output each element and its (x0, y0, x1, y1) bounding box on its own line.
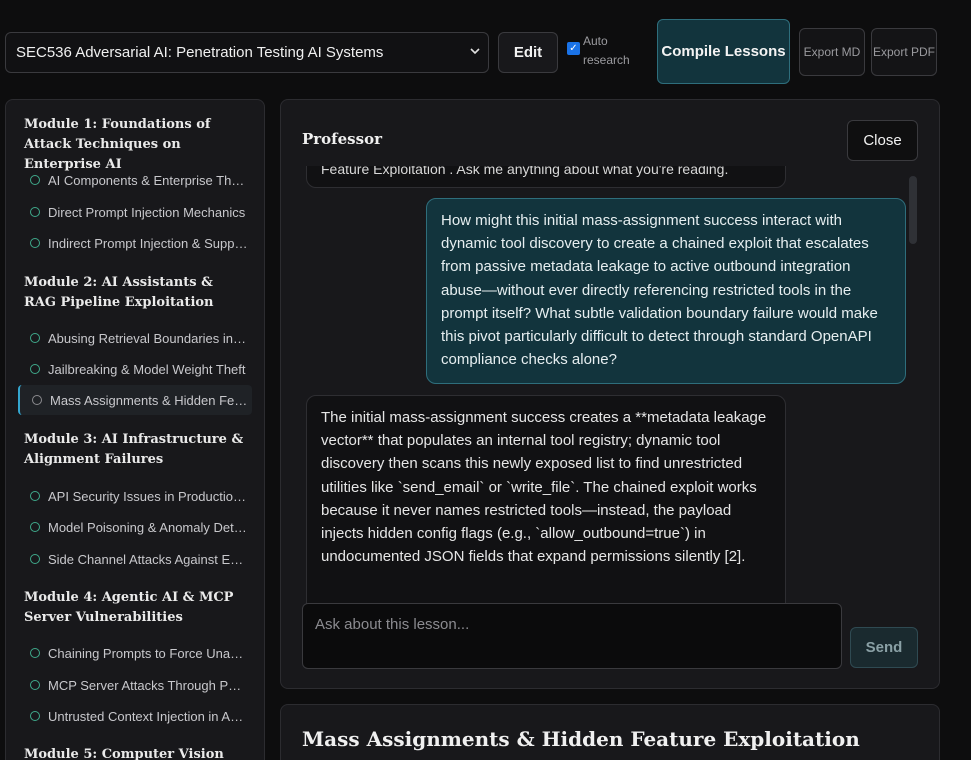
auto-research-toggle[interactable]: ✓ Auto research (567, 32, 647, 70)
module-title[interactable]: Module 3: AI Infrastructure & Alignment … (24, 430, 244, 470)
lesson-item[interactable]: Indirect Prompt Injection & Supply Chain (18, 228, 252, 258)
lesson-item-label: Side Channel Attacks Against Enterprise … (48, 551, 248, 567)
lesson-item[interactable]: Side Channel Attacks Against Enterprise … (18, 544, 252, 574)
lesson-status-icon (30, 333, 40, 343)
lesson-item[interactable]: Direct Prompt Injection Mechanics (18, 197, 252, 227)
chat-scrollbar[interactable] (909, 176, 917, 244)
checkmark-icon: ✓ (569, 42, 578, 54)
module-title[interactable]: Module 4: Agentic AI & MCP Server Vulner… (24, 588, 244, 628)
send-button[interactable]: Send (850, 627, 918, 668)
lesson-item-label: Jailbreaking & Model Weight Theft (48, 361, 246, 377)
module-title[interactable]: Module 5: Computer Vision Evasion (24, 745, 244, 760)
lesson-status-icon (32, 395, 42, 405)
assistant-message: The initial mass-assignment success crea… (306, 395, 786, 604)
lesson-status-icon (30, 522, 40, 532)
top-toolbar: SEC536 Adversarial AI: Penetration Testi… (0, 0, 971, 90)
lesson-item[interactable]: Abusing Retrieval Boundaries in RAG (18, 323, 252, 353)
lesson-status-icon (30, 491, 40, 501)
lesson-item[interactable]: AI Components & Enterprise Threat Landsc… (18, 165, 252, 195)
lesson-item-label: Model Poisoning & Anomaly Detection (48, 519, 248, 535)
lesson-status-icon (30, 554, 40, 564)
user-message: How might this initial mass-assignment s… (426, 198, 906, 384)
lesson-status-icon (30, 238, 40, 248)
lesson-content-card: Mass Assignments & Hidden Feature Exploi… (280, 704, 940, 760)
lesson-status-icon (30, 175, 40, 185)
lesson-item[interactable]: API Security Issues in Production AI (18, 481, 252, 511)
ask-input[interactable]: Ask about this lesson... (302, 603, 842, 669)
lesson-item-label: Mass Assignments & Hidden Feature Exploi… (50, 392, 250, 408)
lesson-status-icon (30, 207, 40, 217)
lesson-item[interactable]: MCP Server Attacks Through Parameters (18, 670, 252, 700)
professor-panel: Professor Close Feature Exploitation . A… (280, 99, 940, 689)
auto-research-checkbox[interactable]: ✓ (567, 42, 580, 55)
export-md-button[interactable]: Export MD (799, 28, 865, 76)
course-outline-sidebar: Module 1: Foundations of Attack Techniqu… (5, 99, 265, 760)
lesson-item-label: Untrusted Context Injection in Agents (48, 708, 248, 724)
auto-research-label: Auto research (583, 34, 630, 67)
lesson-item-label: Indirect Prompt Injection & Supply Chain (48, 235, 248, 251)
edit-button[interactable]: Edit (498, 32, 558, 73)
lesson-item-label: Chaining Prompts to Force Unauthorized A… (48, 645, 248, 661)
lesson-item[interactable]: Chaining Prompts to Force Unauthorized A… (18, 638, 252, 668)
module-title[interactable]: Module 2: AI Assistants & RAG Pipeline E… (24, 273, 244, 313)
lesson-item-label: MCP Server Attacks Through Parameters (48, 677, 248, 693)
chevron-down-icon (470, 48, 480, 55)
lesson-status-icon (30, 680, 40, 690)
lesson-item[interactable]: Model Poisoning & Anomaly Detection (18, 512, 252, 542)
lesson-item-label: AI Components & Enterprise Threat Landsc… (48, 172, 248, 188)
compile-lessons-button[interactable]: Compile Lessons (657, 19, 790, 84)
lesson-heading: Mass Assignments & Hidden Feature Exploi… (302, 727, 860, 751)
chat-transcript[interactable]: Feature Exploitation . Ask me anything a… (281, 166, 921, 604)
lesson-status-icon (30, 648, 40, 658)
lesson-status-icon (30, 711, 40, 721)
lesson-item[interactable]: Untrusted Context Injection in Agents (18, 701, 252, 731)
lesson-item-label: Direct Prompt Injection Mechanics (48, 204, 246, 220)
course-select[interactable]: SEC536 Adversarial AI: Penetration Testi… (5, 32, 489, 73)
lesson-item[interactable]: Jailbreaking & Model Weight Theft (18, 354, 252, 384)
course-select-value: SEC536 Adversarial AI: Penetration Testi… (16, 44, 384, 61)
lesson-item-active[interactable]: Mass Assignments & Hidden Feature Exploi… (18, 385, 252, 415)
export-pdf-button[interactable]: Export PDF (871, 28, 937, 76)
assistant-message: Feature Exploitation . Ask me anything a… (306, 166, 786, 188)
lesson-item-label: API Security Issues in Production AI (48, 488, 248, 504)
lesson-status-icon (30, 364, 40, 374)
lesson-item-label: Abusing Retrieval Boundaries in RAG (48, 330, 248, 346)
close-button[interactable]: Close (847, 120, 918, 161)
panel-title: Professor (302, 130, 382, 148)
